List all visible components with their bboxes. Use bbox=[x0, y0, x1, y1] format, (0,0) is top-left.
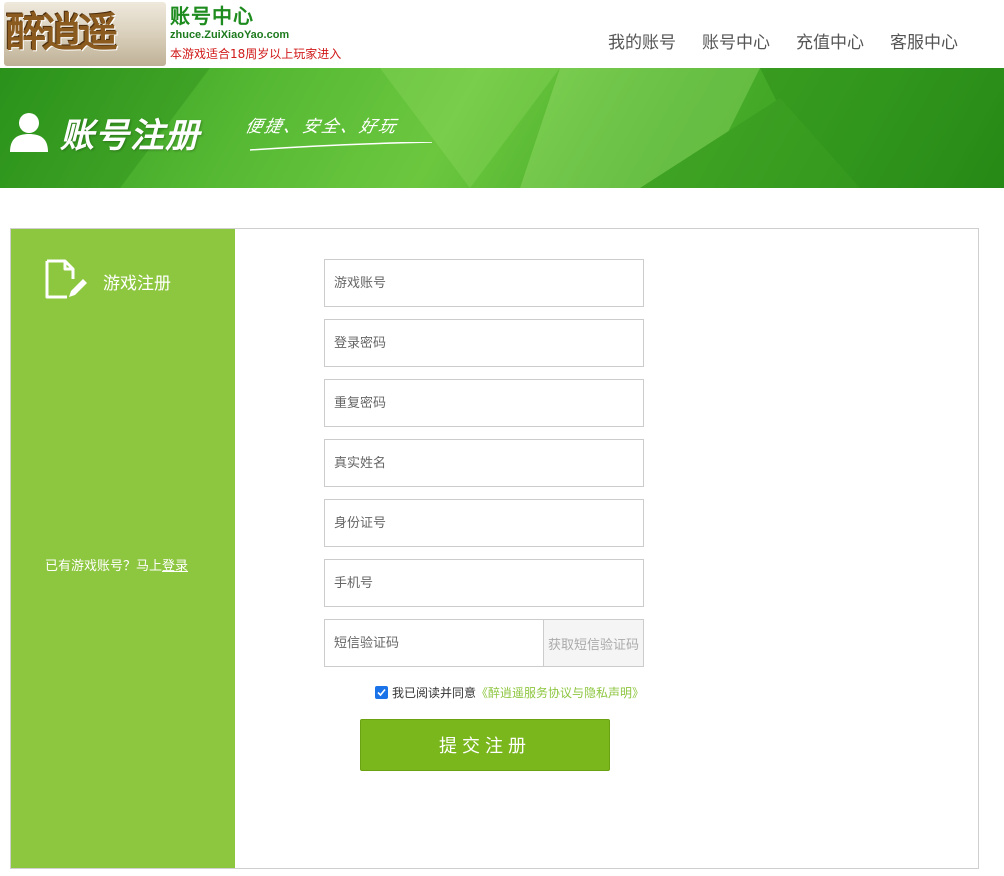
login-link[interactable]: 登录 bbox=[162, 559, 188, 574]
sidebar: 游戏注册 已有游戏账号？马上登录 bbox=[11, 229, 235, 868]
real-name-input[interactable] bbox=[334, 455, 643, 471]
phone-input[interactable] bbox=[334, 575, 643, 591]
sms-code-input[interactable] bbox=[334, 635, 543, 651]
password-field[interactable] bbox=[324, 319, 644, 367]
document-edit-icon bbox=[45, 259, 87, 299]
site-info: 账号中心 zhuce.ZuiXiaoYao.com 本游戏适合18周岁以上玩家进… bbox=[170, 4, 341, 62]
register-form: 获取短信验证码 bbox=[324, 259, 644, 667]
id-number-field[interactable] bbox=[324, 499, 644, 547]
submit-register-button[interactable]: 提交注册 bbox=[360, 719, 610, 771]
sidebar-title: 游戏注册 bbox=[103, 274, 171, 294]
logo-text: 醉逍遥 bbox=[6, 9, 118, 56]
id-number-input[interactable] bbox=[334, 515, 643, 531]
nav-service-center[interactable]: 客服中心 bbox=[890, 28, 958, 53]
site-url: zhuce.ZuiXiaoYao.com bbox=[170, 29, 290, 41]
age-notice: 本游戏适合18周岁以上玩家进入 bbox=[170, 47, 342, 61]
checkbox-checked-icon bbox=[377, 688, 386, 697]
site-title: 账号中心 bbox=[170, 4, 254, 28]
login-prompt: 已有游戏账号？马上登录 bbox=[45, 555, 188, 574]
agreement-row: 我已阅读并同意 《醉逍遥服务协议与隐私声明》 bbox=[375, 684, 644, 701]
banner: 账号注册 便捷、安全、好玩 bbox=[0, 68, 1004, 188]
site-header: 醉逍遥 账号中心 zhuce.ZuiXiaoYao.com 本游戏适合18周岁以… bbox=[0, 0, 1004, 68]
banner-slogan: 便捷、安全、好玩 bbox=[243, 117, 400, 137]
account-field[interactable] bbox=[324, 259, 644, 307]
account-input[interactable] bbox=[334, 275, 643, 291]
login-prompt-text: 已有游戏账号？马上 bbox=[45, 559, 163, 574]
register-panel: 游戏注册 已有游戏账号？马上登录 获取短信验证码 bbox=[10, 228, 979, 869]
confirm-password-field[interactable] bbox=[324, 379, 644, 427]
game-logo[interactable]: 醉逍遥 bbox=[4, 2, 166, 66]
confirm-password-input[interactable] bbox=[334, 395, 643, 411]
real-name-field[interactable] bbox=[324, 439, 644, 487]
slogan-underline bbox=[249, 142, 433, 151]
banner-title: 账号注册 bbox=[60, 116, 200, 156]
agree-checkbox[interactable] bbox=[375, 686, 388, 699]
nav-my-account[interactable]: 我的账号 bbox=[608, 28, 676, 53]
agree-text: 我已阅读并同意 bbox=[392, 686, 477, 700]
nav-recharge-center[interactable]: 充值中心 bbox=[796, 28, 864, 53]
get-sms-code-button[interactable]: 获取短信验证码 bbox=[544, 619, 644, 667]
user-icon bbox=[10, 113, 48, 152]
sms-code-field[interactable] bbox=[324, 619, 544, 667]
sms-row: 获取短信验证码 bbox=[324, 619, 644, 667]
agreement-link[interactable]: 《醉逍遥服务协议与隐私声明》 bbox=[476, 684, 644, 701]
phone-field[interactable] bbox=[324, 559, 644, 607]
top-nav: 我的账号 账号中心 充值中心 客服中心 bbox=[608, 28, 958, 53]
password-input[interactable] bbox=[334, 335, 643, 351]
nav-account-center[interactable]: 账号中心 bbox=[702, 28, 770, 53]
